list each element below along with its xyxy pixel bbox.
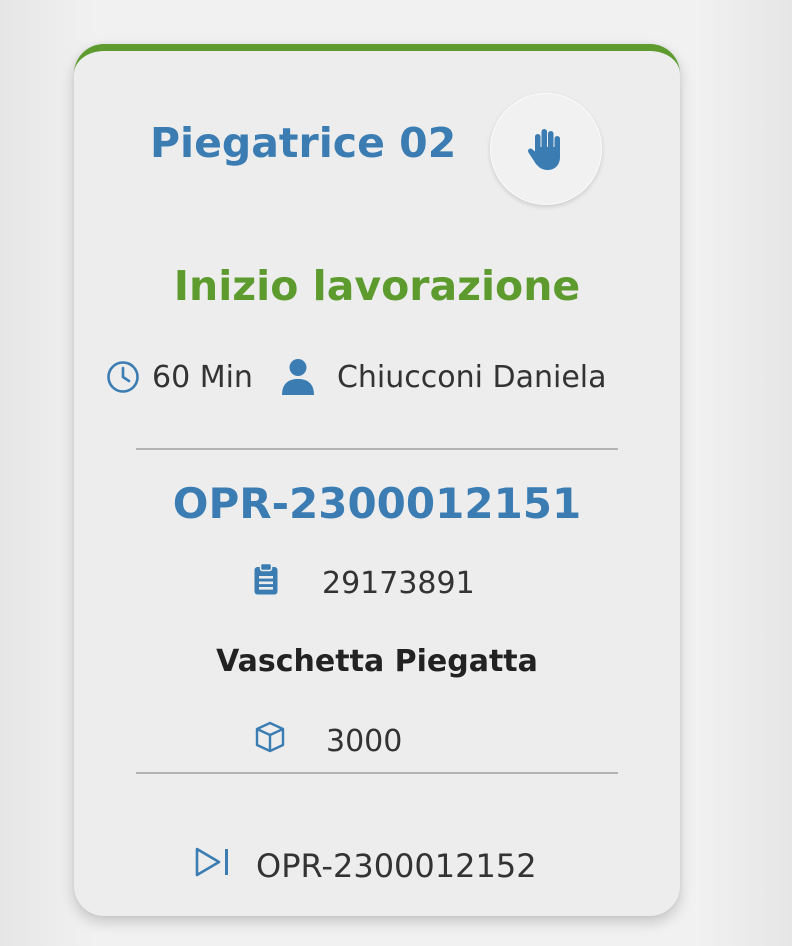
status-text: Inizio lavorazione bbox=[173, 262, 581, 310]
user-icon bbox=[281, 358, 315, 396]
divider-top bbox=[136, 448, 618, 450]
duration-text: 60 Min bbox=[152, 359, 253, 395]
next-order-code: OPR-2300012152 bbox=[256, 847, 537, 885]
item-code-row: 29173891 bbox=[254, 562, 475, 603]
clipboard-icon bbox=[254, 562, 278, 603]
machine-card[interactable]: Piegatrice 02 Inizio lavorazione 60 Min … bbox=[74, 44, 680, 916]
page-background: Piegatrice 02 Inizio lavorazione 60 Min … bbox=[0, 0, 792, 946]
machine-name: Piegatrice 02 bbox=[150, 119, 457, 167]
divider-bottom bbox=[136, 772, 618, 774]
hand-stop-icon bbox=[528, 129, 560, 170]
box-icon bbox=[254, 721, 286, 761]
clock-icon bbox=[106, 360, 140, 394]
item-code: 29173891 bbox=[322, 565, 475, 601]
skip-next-icon bbox=[194, 847, 232, 885]
order-code[interactable]: OPR-2300012151 bbox=[74, 483, 680, 525]
meta-row: 60 Min Chiucconi Daniela bbox=[106, 358, 607, 396]
operator-name: Chiucconi Daniela bbox=[336, 359, 607, 395]
next-order-row[interactable]: OPR-2300012152 bbox=[194, 847, 537, 885]
quantity-value: 3000 bbox=[326, 723, 403, 759]
quantity-row: 3000 bbox=[254, 721, 402, 761]
hand-stop-button[interactable] bbox=[490, 93, 602, 205]
product-name: Vaschetta Piegatta bbox=[216, 644, 538, 679]
